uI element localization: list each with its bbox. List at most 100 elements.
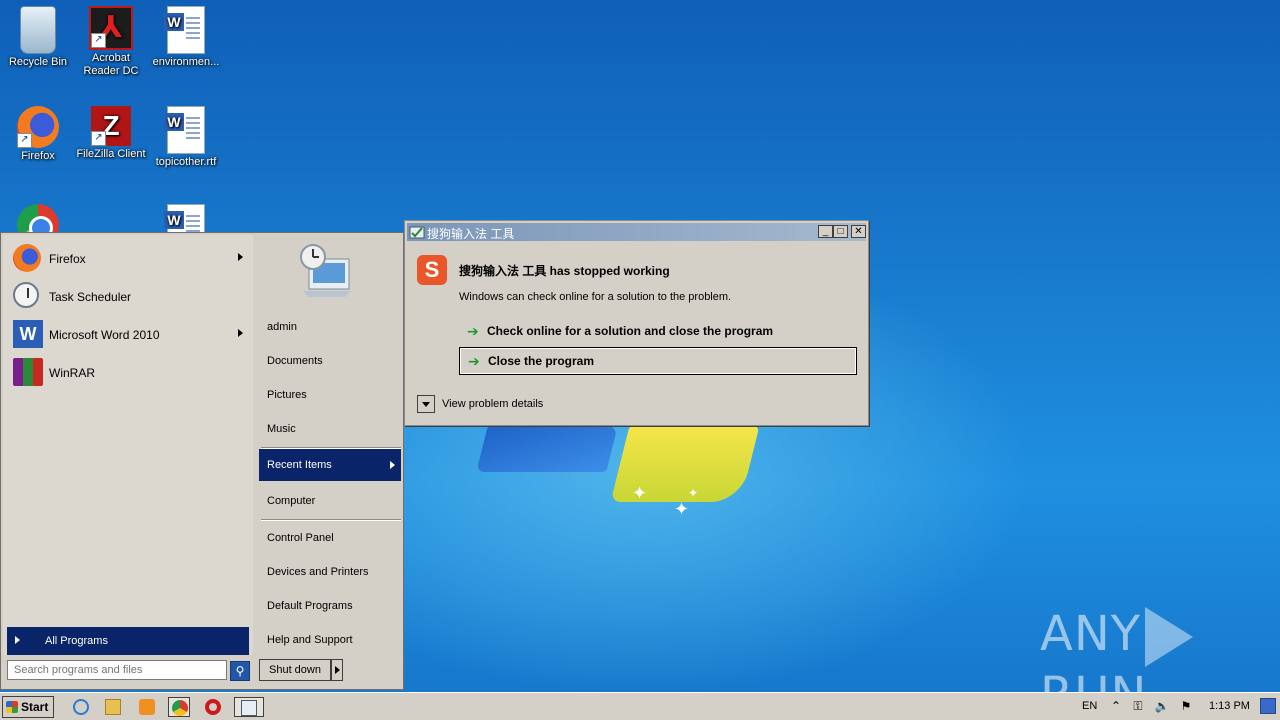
start-item-default-programs[interactable]: Default Programs xyxy=(259,590,401,622)
watermark-text-right: RUN xyxy=(1040,667,1147,692)
search-input[interactable] xyxy=(7,660,227,680)
clock-icon xyxy=(13,282,39,308)
start-item-label: Computer xyxy=(267,495,316,507)
filezilla-icon: Z ↗ xyxy=(91,106,131,146)
desktop-icon-label: Recycle Bin xyxy=(8,56,68,68)
start-item-label: Devices and Printers xyxy=(267,566,369,578)
desktop-icon-label: FileZilla Client xyxy=(76,148,146,160)
taskbar: Start EN ⌃ ⚿ 🔈 ⚑ 1:13 PM xyxy=(0,692,1280,720)
internet-explorer-icon xyxy=(73,699,89,715)
minimize-button[interactable]: _ xyxy=(818,225,833,238)
program-item-firefox[interactable]: Firefox xyxy=(3,241,253,275)
desktop-icon-label: Acrobat Reader DC xyxy=(83,52,139,77)
dialog-titlebar[interactable]: 搜狗输入法 工具 _ □ ✕ xyxy=(407,223,866,241)
desktop-icon-environment-doc[interactable]: W environmen... xyxy=(148,0,224,69)
taskbar-chrome[interactable] xyxy=(168,697,190,717)
watermark-text-left: ANY xyxy=(1040,606,1142,662)
desktop-icon-topicother[interactable]: W topicother.rtf xyxy=(148,100,224,169)
program-label: Task Scheduler xyxy=(49,290,132,304)
dialog-title: 搜狗输入法 工具 xyxy=(427,227,515,241)
show-hidden-icons[interactable]: ⌃ xyxy=(1108,698,1124,714)
start-item-music[interactable]: Music xyxy=(259,413,401,445)
dialog-heading: 搜狗输入法 工具 has stopped working xyxy=(459,264,670,278)
app-window-icon xyxy=(409,226,425,239)
recycle-bin-icon xyxy=(20,6,56,54)
anyrun-watermark: ANY RUN xyxy=(1040,606,1280,692)
start-menu-places-pane: admin Documents Pictures Music Recent It… xyxy=(255,235,403,689)
submenu-arrow-icon xyxy=(238,329,243,337)
program-label: WinRAR xyxy=(49,366,96,380)
close-program-option[interactable]: ➔ Close the program xyxy=(459,347,857,375)
start-item-label: admin xyxy=(267,321,297,333)
clock[interactable]: 1:13 PM xyxy=(1209,700,1250,712)
start-button[interactable]: Start xyxy=(2,696,54,718)
check-online-option[interactable]: ➔ Check online for a solution and close … xyxy=(459,318,857,344)
firefox-icon: ↗ xyxy=(17,106,59,148)
start-item-label: Recent Items xyxy=(267,459,332,471)
app-window-icon xyxy=(241,700,257,716)
taskbar-explorer[interactable] xyxy=(102,697,124,717)
program-item-word[interactable]: W Microsoft Word 2010 xyxy=(3,317,253,351)
language-indicator[interactable]: EN xyxy=(1082,700,1097,712)
user-picture-icon[interactable] xyxy=(295,241,359,299)
desktop-icon-recycle-bin[interactable]: Recycle Bin xyxy=(0,0,76,69)
network-icon[interactable]: ⚿ xyxy=(1130,698,1146,714)
sogou-app-icon: S xyxy=(417,255,447,285)
desktop-icon-label: Firefox xyxy=(21,150,55,162)
dialog-message: Windows can check online for a solution … xyxy=(459,291,732,303)
view-details-label[interactable]: View problem details xyxy=(442,398,543,410)
show-desktop-button[interactable] xyxy=(1260,698,1276,714)
word-document-icon: W xyxy=(164,6,205,54)
start-item-pictures[interactable]: Pictures xyxy=(259,379,401,411)
desktop-icon-firefox[interactable]: ↗ Firefox xyxy=(0,100,76,163)
taskbar-media-player[interactable] xyxy=(136,697,158,717)
menu-separator xyxy=(261,519,401,521)
chrome-icon xyxy=(172,700,188,716)
media-player-icon xyxy=(139,699,155,715)
start-item-label: Default Programs xyxy=(267,600,353,612)
option-label: Check online for a solution and close th… xyxy=(487,324,774,338)
green-arrow-icon: ➔ xyxy=(467,323,479,339)
desktop-icon-acrobat[interactable]: ⅄ ↗ Acrobat Reader DC xyxy=(73,0,149,78)
submenu-arrow-icon xyxy=(390,461,395,469)
start-item-label: Music xyxy=(267,423,296,435)
close-button[interactable]: ✕ xyxy=(851,225,866,238)
start-item-computer[interactable]: Computer xyxy=(259,485,401,517)
view-details-toggle[interactable] xyxy=(417,395,435,413)
all-programs-button[interactable]: All Programs xyxy=(7,627,249,655)
program-label: Microsoft Word 2010 xyxy=(49,328,160,342)
sparkle-icon: ✦ xyxy=(632,483,648,503)
taskbar-opera[interactable] xyxy=(202,697,224,717)
start-item-user[interactable]: admin xyxy=(259,311,401,343)
start-item-help-support[interactable]: Help and Support xyxy=(259,624,401,656)
start-item-recent-items[interactable]: Recent Items xyxy=(259,449,401,481)
desktop-icon-filezilla[interactable]: Z ↗ FileZilla Client xyxy=(73,100,149,161)
taskbar-ie[interactable] xyxy=(70,697,92,717)
taskbar-sogou-tool[interactable] xyxy=(234,697,264,717)
start-item-documents[interactable]: Documents xyxy=(259,345,401,377)
desktop-icon-label: environmen... xyxy=(152,56,220,68)
start-menu: Firefox Task Scheduler W Microsoft Word … xyxy=(0,232,404,690)
shutdown-options-button[interactable] xyxy=(331,659,343,681)
program-item-winrar[interactable]: WinRAR xyxy=(3,355,253,389)
shortcut-arrow-icon: ↗ xyxy=(91,131,106,146)
maximize-button[interactable]: □ xyxy=(833,225,848,238)
wallpaper-logo-blue xyxy=(476,426,618,472)
shutdown-button[interactable]: Shut down xyxy=(259,659,331,681)
start-label: Start xyxy=(21,700,49,714)
program-item-task-scheduler[interactable]: Task Scheduler xyxy=(3,279,253,313)
search-icon[interactable]: ⚲ xyxy=(230,661,250,681)
windows-logo-icon xyxy=(6,701,18,713)
all-programs-label: All Programs xyxy=(45,635,108,647)
start-item-label: Documents xyxy=(267,355,323,367)
action-center-flag-icon[interactable]: ⚑ xyxy=(1178,698,1194,714)
volume-icon[interactable]: 🔈 xyxy=(1154,698,1170,714)
option-label: Close the program xyxy=(488,354,595,368)
green-arrow-icon: ➔ xyxy=(468,353,480,369)
start-item-devices-printers[interactable]: Devices and Printers xyxy=(259,556,401,588)
start-item-control-panel[interactable]: Control Panel xyxy=(259,522,401,554)
opera-icon xyxy=(205,699,221,715)
word-icon: W xyxy=(13,320,43,348)
firefox-icon xyxy=(13,244,41,272)
start-item-label: Control Panel xyxy=(267,532,334,544)
